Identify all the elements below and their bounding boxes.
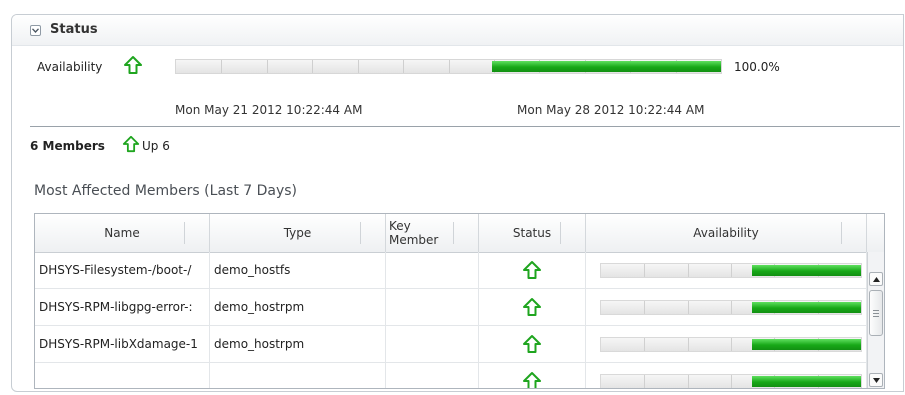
cell-status [479,289,586,325]
mini-bar-tick [687,337,689,351]
status-panel: Status Availability 100.0% Mon May 21 20… [11,14,904,392]
status-panel-header: Status [12,15,903,46]
cell-type: demo_hostrpm [210,326,386,362]
members-count: 6 Members [30,139,105,153]
most-affected-title: Most Affected Members (Last 7 Days) [34,183,298,199]
cell-type [210,363,386,388]
column-header-name[interactable]: Name [35,214,210,252]
scroll-up-button[interactable] [869,272,883,286]
availability-mini-bar [600,299,862,315]
availability-up-fill [751,375,861,387]
timeline-tick [357,60,359,73]
cell-availability [586,252,867,288]
availability-label: Availability [37,60,103,74]
arrow-up-icon [522,297,542,317]
column-header-status[interactable]: Status [479,214,586,252]
members-up-count: Up 6 [142,139,170,153]
table-header: Name Type Key Member Status Availability [35,214,884,253]
mini-bar-tick [687,374,689,388]
mini-bar-tick [731,263,732,277]
availability-mini-bar [600,336,862,352]
chevron-down-icon [32,28,39,33]
divider [30,126,900,127]
column-header-type[interactable]: Type [210,214,386,252]
arrow-up-icon [522,260,542,280]
triangle-up-icon [873,277,880,282]
timeline-tick [403,60,405,73]
panel-title: Status [50,22,98,37]
mini-bar-tick [731,300,732,314]
availability-up-fill [751,301,861,313]
timeline-tick [448,60,450,73]
table-row[interactable]: DHSYS-RPM-libXdamage-1 demo_hostrpm [35,326,867,363]
cell-key-member [386,326,479,362]
arrow-up-icon [122,135,140,153]
vertical-scrollbar[interactable] [867,252,884,388]
mini-bar-tick [731,374,732,388]
arrow-up-icon [123,55,143,75]
column-header-key-member[interactable]: Key Member [386,214,479,252]
arrow-up-icon [522,334,542,354]
cell-key-member [386,252,479,288]
table-row[interactable] [35,363,867,388]
cell-name: DHSYS-Filesystem-/boot-/ [35,252,210,288]
table-row[interactable]: DHSYS-Filesystem-/boot-/demo_hostfs [35,252,867,289]
timeline-tick [221,60,223,73]
cell-key-member [386,289,479,325]
cell-name: DHSYS-RPM-libXdamage-1 [35,326,210,362]
column-header-availability[interactable]: Availability [586,214,867,252]
availability-timeline [175,59,722,74]
collapse-button[interactable] [30,25,41,36]
scroll-down-button[interactable] [869,373,883,387]
table-row[interactable]: DHSYS-RPM-libgpg-error-: demo_hostrpm [35,289,867,326]
availability-mini-bar [600,373,862,388]
mini-bar-tick [644,337,646,351]
mini-bar-tick [644,374,646,388]
mini-bar-tick [687,263,689,277]
arrow-up-icon [522,371,542,388]
cell-type: demo_hostfs [210,252,386,288]
cell-availability [586,326,867,362]
cell-status [479,252,586,288]
availability-up-fill [492,61,721,72]
timeline-tick [312,60,314,73]
members-table: Name Type Key Member Status Availability… [34,213,885,389]
cell-key-member [386,363,479,388]
scrollbar-thumb[interactable] [869,290,883,336]
cell-type: demo_hostrpm [210,289,386,325]
cell-name [35,363,210,388]
availability-up-fill [751,264,861,276]
mini-bar-tick [731,337,732,351]
timeline-end-date: Mon May 28 2012 10:22:44 AM [517,103,705,117]
mini-bar-tick [687,300,689,314]
cell-name: DHSYS-RPM-libgpg-error-: [35,289,210,325]
triangle-down-icon [873,378,880,383]
availability-mini-bar [600,262,862,278]
mini-bar-tick [644,263,646,277]
mini-bar-tick [644,300,646,314]
availability-value: 100.0% [734,60,780,74]
cell-status [479,326,586,362]
cell-status [479,363,586,388]
cell-availability [586,289,867,325]
availability-up-fill [751,338,861,350]
timeline-tick [266,60,268,73]
timeline-start-date: Mon May 21 2012 10:22:44 AM [175,103,363,117]
cell-availability [586,363,867,388]
